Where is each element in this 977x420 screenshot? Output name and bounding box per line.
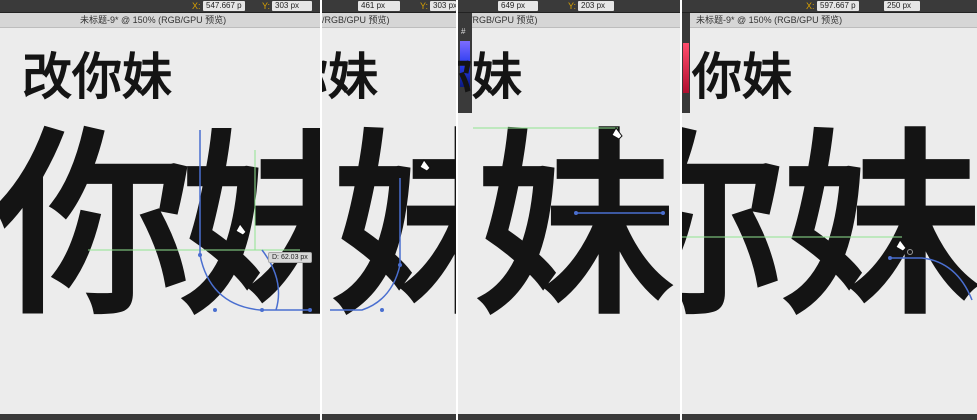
distance-tooltip: D: 62.03 px <box>268 252 312 263</box>
bottom-bar <box>682 414 977 420</box>
path-overlay <box>682 236 973 301</box>
pen-cursor-icon <box>611 127 623 140</box>
path-overlay <box>330 159 431 312</box>
bottom-bar <box>0 414 320 420</box>
path-overlay <box>88 130 312 312</box>
workspace-panel-2: 461 px Y: 303 px /RGB/GPU 预览) 你妹 妹 <box>322 0 456 420</box>
workspace-panel-4: X: 597.667 p 250 px 未标题-9* @ 150% (RGB/G… <box>682 0 977 420</box>
pen-cursor-icon <box>895 239 907 252</box>
path-overlay <box>473 127 665 215</box>
pen-cursor-icon <box>235 223 247 236</box>
bottom-bar <box>322 414 456 420</box>
pen-cursor-icon <box>419 159 431 172</box>
bottom-bar <box>458 414 680 420</box>
workspace-panel-1: X: 547.667 p Y: 303 px 未标题-9* @ 150% (RG… <box>0 0 320 420</box>
workspace-panel-3: 649 px Y: 203 px /RGB/GPU 预览) # 你妹 妹 <box>458 0 680 420</box>
